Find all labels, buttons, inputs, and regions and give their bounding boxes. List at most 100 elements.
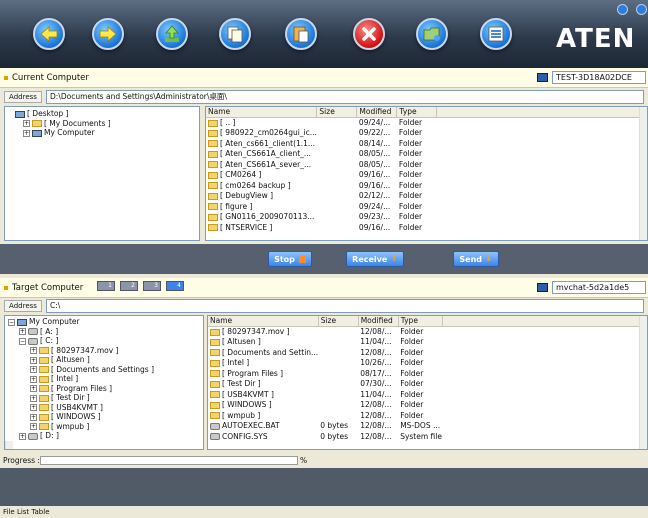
table-row[interactable]: AUTOEXEC.BAT 0 bytes 12/08/... MS-DOS ... bbox=[208, 421, 641, 432]
column-name[interactable]: Name bbox=[208, 316, 319, 327]
table-row[interactable]: [ Aten_CS661A_sever_... 08/05/... Folder bbox=[206, 159, 641, 170]
settings-icon[interactable] bbox=[636, 4, 647, 15]
expand-icon[interactable]: + bbox=[30, 356, 37, 364]
table-row[interactable]: [ Aten_cs661_client(1.1... 08/14/... Folde… bbox=[206, 138, 641, 149]
expand-icon[interactable]: + bbox=[30, 404, 37, 411]
table-row[interactable]: [ CM0264 ] 09/16/... Folder bbox=[206, 170, 641, 181]
new-folder-button[interactable] bbox=[416, 18, 448, 50]
expand-icon[interactable]: + bbox=[30, 347, 37, 354]
current-address-input[interactable]: D:\Documents and Settings\Administrator\… bbox=[46, 90, 644, 104]
expand-icon[interactable]: + bbox=[23, 120, 30, 127]
table-row[interactable]: [ DebugView ] 02/12/... Folder bbox=[206, 191, 641, 202]
tree-item-my-computer[interactable]: − My Computer bbox=[5, 317, 203, 327]
receive-button[interactable]: Receive ↑ bbox=[346, 251, 404, 267]
column-type[interactable]: Type bbox=[396, 107, 438, 118]
table-row[interactable]: [ USB4KVMT ] 11/04/... Folder bbox=[208, 389, 641, 400]
paste-button[interactable] bbox=[285, 18, 317, 50]
tree-item-d-drive[interactable]: +[ D: ] bbox=[5, 431, 203, 441]
cell-spacer bbox=[437, 170, 641, 181]
expand-icon[interactable]: + bbox=[30, 413, 37, 421]
back-button[interactable] bbox=[33, 18, 65, 50]
table-row[interactable]: [ cm0264 backup ] 09/16/... Folder bbox=[206, 180, 641, 191]
collapse-icon[interactable]: − bbox=[8, 318, 15, 326]
tree-item-folder[interactable]: +[ Test Dir ] bbox=[5, 393, 203, 403]
table-row[interactable]: [ wmpub ] 12/08/... Folder bbox=[208, 410, 641, 421]
folder-icon bbox=[39, 385, 49, 392]
tree-item-desktop[interactable]: [ Desktop ] bbox=[5, 109, 199, 119]
table-row[interactable]: [ GN0116_2009070113... 09/23/... Folder bbox=[206, 212, 641, 223]
expand-icon[interactable]: + bbox=[23, 129, 30, 137]
tree-item-my-computer[interactable]: + My Computer bbox=[5, 128, 199, 138]
minimize-icon[interactable] bbox=[617, 4, 628, 15]
cell-type: Folder bbox=[400, 400, 424, 410]
table-row[interactable]: [ WINDOWS ] 12/08/... Folder bbox=[208, 400, 641, 411]
table-row[interactable]: [ Altusen ] 11/04/... Folder bbox=[208, 337, 641, 348]
collapse-icon[interactable]: − bbox=[19, 337, 26, 345]
expand-icon[interactable]: + bbox=[30, 394, 37, 402]
pc-selector-3[interactable]: 3 bbox=[143, 281, 161, 291]
pc-selector-1[interactable]: 1 bbox=[97, 281, 115, 291]
target-file-list[interactable]: Name Size Modified Type [ 80297347.mov ]… bbox=[207, 315, 648, 450]
tree-item-folder[interactable]: +[ 80297347.mov ] bbox=[5, 346, 203, 356]
tree-item-a-drive[interactable]: +[ A: ] bbox=[5, 327, 203, 337]
expand-icon[interactable]: + bbox=[30, 423, 37, 430]
tree-item-folder[interactable]: +[ wmpub ] bbox=[5, 422, 203, 432]
expand-icon[interactable]: + bbox=[30, 375, 37, 383]
vertical-scrollbar[interactable] bbox=[639, 107, 647, 240]
forward-button[interactable] bbox=[92, 18, 124, 50]
tree-item-c-drive[interactable]: −[ C: ] bbox=[5, 336, 203, 346]
table-row[interactable]: [ 80297347.mov ] 12/08/... Folder bbox=[208, 326, 641, 337]
pc-selector-2[interactable]: 2 bbox=[120, 281, 138, 291]
expand-icon[interactable]: + bbox=[30, 385, 37, 392]
stop-button[interactable]: Stop bbox=[268, 251, 312, 267]
table-row[interactable]: CONFIG.SYS 0 bytes 12/08/... System file bbox=[208, 431, 641, 442]
cell-spacer bbox=[442, 337, 640, 348]
drive-icon bbox=[28, 328, 38, 335]
send-button[interactable]: Send ↓ bbox=[453, 251, 499, 267]
table-row[interactable]: [ Documents and Settin... 12/08/... Folder bbox=[208, 347, 641, 358]
table-row[interactable]: [ .. ] 09/24/... Folder bbox=[206, 117, 641, 128]
cell-size bbox=[318, 337, 358, 348]
column-name[interactable]: Name bbox=[206, 107, 318, 118]
pc-selector-4[interactable]: 4 bbox=[166, 281, 184, 291]
target-address-input[interactable]: C:\ bbox=[46, 299, 644, 313]
column-modified[interactable]: Modified bbox=[356, 107, 398, 118]
cell-name: [ Test Dir ] bbox=[208, 379, 318, 390]
up-icon bbox=[165, 25, 179, 42]
expand-icon[interactable]: + bbox=[30, 366, 37, 373]
table-row[interactable]: [ Aten_CS661A_client_... 08/05/... Folder bbox=[206, 149, 641, 160]
tree-item-folder[interactable]: +[ Documents and Settings ] bbox=[5, 365, 203, 375]
cell-modified: 02/12/... bbox=[358, 191, 391, 201]
tree-item-folder[interactable]: +[ Intel ] bbox=[5, 374, 203, 384]
tree-item-folder[interactable]: +[ WINDOWS ] bbox=[5, 412, 203, 422]
copy-button[interactable] bbox=[219, 18, 251, 50]
column-size[interactable]: Size bbox=[318, 316, 359, 327]
table-row[interactable]: [ NTSERVICE ] 09/16/... Folder bbox=[206, 222, 641, 233]
delete-button[interactable] bbox=[353, 18, 385, 50]
cell-type: Folder bbox=[398, 170, 423, 180]
table-row[interactable]: [ 980922_cm0264gui_ic... 09/22/... Folder bbox=[206, 128, 641, 139]
expand-icon[interactable]: + bbox=[19, 432, 26, 440]
column-type[interactable]: Type bbox=[398, 316, 443, 327]
table-row[interactable]: [ Program Files ] 08/17/... Folder bbox=[208, 368, 641, 379]
table-row[interactable]: [ figure ] 09/24/... Folder bbox=[206, 201, 641, 212]
progress-label: Progress : bbox=[3, 456, 40, 465]
view-button[interactable] bbox=[480, 18, 512, 50]
table-row[interactable]: [ Intel ] 10/26/... Folder bbox=[208, 358, 641, 369]
column-size[interactable]: Size bbox=[316, 107, 358, 118]
tree-item-folder[interactable]: +[ Program Files ] bbox=[5, 384, 203, 394]
up-folder-button[interactable] bbox=[156, 18, 188, 50]
expand-icon[interactable]: + bbox=[19, 328, 26, 335]
current-file-list[interactable]: Name Size Modified Type [ .. ] 09/24/... F… bbox=[205, 106, 648, 241]
vertical-scrollbar[interactable] bbox=[5, 440, 13, 449]
cell-modified: 09/23/... bbox=[358, 212, 391, 222]
column-modified[interactable]: Modified bbox=[358, 316, 399, 327]
tree-item-my-documents[interactable]: +[ My Documents ] bbox=[5, 119, 199, 129]
vertical-scrollbar[interactable] bbox=[639, 316, 647, 449]
target-folder-tree[interactable]: − My Computer +[ A: ] −[ C: ] +[ 80297347… bbox=[4, 315, 204, 450]
cell-size bbox=[318, 347, 358, 358]
tree-item-folder[interactable]: +[ USB4KVMT ] bbox=[5, 403, 203, 413]
table-row[interactable]: [ Test Dir ] 07/30/... Folder bbox=[208, 379, 641, 390]
current-folder-tree[interactable]: [ Desktop ] +[ My Documents ] + My Comput… bbox=[4, 106, 200, 241]
tree-item-folder[interactable]: +[ Altusen ] bbox=[5, 355, 203, 365]
